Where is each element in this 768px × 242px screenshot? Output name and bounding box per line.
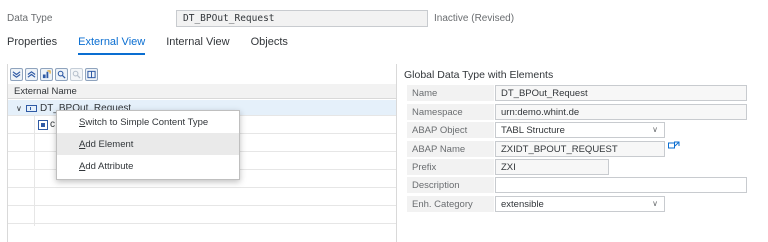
tab-bar: Properties External View Internal View O… <box>7 35 309 57</box>
navigate-link-icon[interactable] <box>668 141 680 151</box>
menu-item-label: witch to Simple Content Type <box>85 117 209 128</box>
name-field[interactable]: DT_BPOut_Request <box>495 85 747 101</box>
row-divider <box>8 205 396 206</box>
prefix-field[interactable]: ZXI <box>495 159 609 175</box>
row-divider <box>8 223 396 224</box>
namespace-label: Namespace <box>407 104 494 120</box>
tab-internal-view[interactable]: Internal View <box>166 35 229 57</box>
abap-object-label: ABAP Object <box>407 122 494 138</box>
chevron-down-icon[interactable]: ∨ <box>16 104 24 113</box>
tab-external-view[interactable]: External View <box>78 35 146 55</box>
tab-objects[interactable]: Objects <box>251 35 288 57</box>
tree-toolbar <box>10 68 100 81</box>
menu-item-label: dd Attribute <box>85 161 134 172</box>
namespace-field[interactable]: urn:demo.whint.de <box>495 104 747 120</box>
menu-item-add-element[interactable]: Add Element <box>57 133 239 155</box>
abap-name-field[interactable]: ZXIDT_BPOUT_REQUEST <box>495 141 665 157</box>
column-divider <box>34 116 35 226</box>
chevron-down-icon[interactable]: ∨ <box>652 125 658 134</box>
tree-child-label: c <box>50 119 55 130</box>
enh-category-select[interactable]: extensible ∨ <box>495 196 665 212</box>
menu-item-switch-simple-content[interactable]: Switch to Simple Content Type <box>57 111 239 133</box>
search-next-icon[interactable] <box>70 68 83 81</box>
expand-all-icon[interactable] <box>10 68 23 81</box>
global-data-type-title: Global Data Type with Elements <box>404 69 554 81</box>
node-settings-icon[interactable] <box>40 68 53 81</box>
prefix-label: Prefix <box>407 159 494 175</box>
name-label: Name <box>407 85 494 101</box>
data-type-field[interactable]: DT_BPOut_Request <box>176 10 428 27</box>
element-icon <box>38 120 48 130</box>
data-type-label: Data Type <box>7 13 53 24</box>
abap-name-label: ABAP Name <box>407 141 494 157</box>
enh-category-value: extensible <box>501 199 544 210</box>
description-field[interactable] <box>495 177 747 193</box>
tab-properties[interactable]: Properties <box>7 35 57 57</box>
menu-item-label: dd Element <box>85 139 134 150</box>
collapse-all-icon[interactable] <box>25 68 38 81</box>
menu-item-add-attribute[interactable]: Add Attribute <box>57 155 239 177</box>
description-label: Description <box>407 177 494 193</box>
search-icon[interactable] <box>55 68 68 81</box>
row-divider <box>8 187 396 188</box>
external-name-column-header: External Name <box>8 84 396 99</box>
enh-category-label: Enh. Category <box>407 196 494 212</box>
chevron-down-icon[interactable]: ∨ <box>652 199 658 208</box>
abap-object-value: TABL Structure <box>501 125 565 136</box>
structure-icon <box>26 105 37 112</box>
columns-icon[interactable] <box>85 68 98 81</box>
context-menu: Switch to Simple Content Type Add Elemen… <box>56 110 240 180</box>
abap-object-select[interactable]: TABL Structure ∨ <box>495 122 665 138</box>
status-text: Inactive (Revised) <box>434 13 515 24</box>
